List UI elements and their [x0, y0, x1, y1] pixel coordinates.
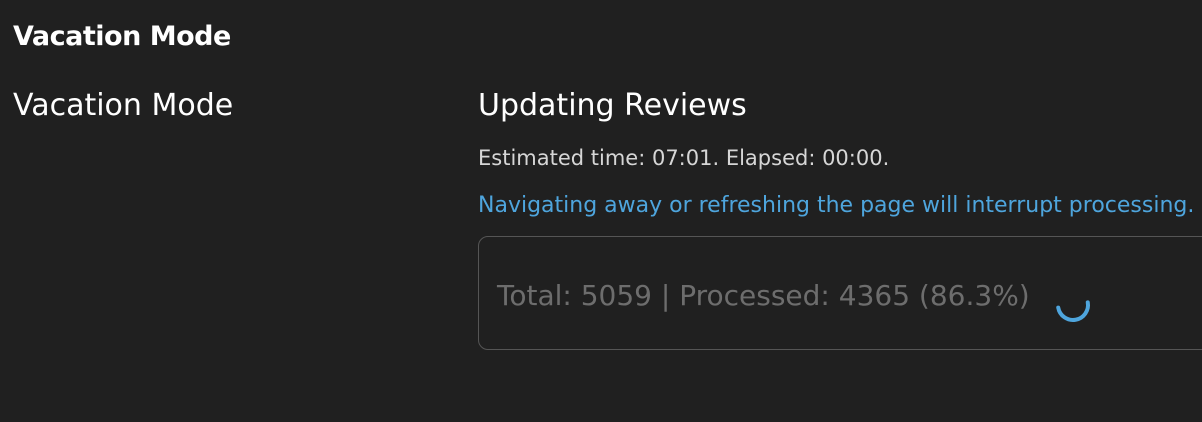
progress-box: Total: 5059 | Processed: 4365 (86.3%) — [478, 236, 1202, 350]
vacation-mode-label: Vacation Mode — [13, 88, 234, 123]
section-header: Vacation Mode — [13, 21, 231, 52]
estimate-text: Estimated time: 07:01. Elapsed: 00:00. — [478, 146, 890, 170]
spinner-icon — [1056, 300, 1090, 322]
progress-text: Total: 5059 | Processed: 4365 (86.3%) — [497, 279, 1030, 312]
update-title: Updating Reviews — [478, 88, 747, 123]
update-panel: Updating Reviews Estimated time: 07:01. … — [478, 0, 1202, 422]
warning-text: Navigating away or refreshing the page w… — [478, 193, 1195, 218]
